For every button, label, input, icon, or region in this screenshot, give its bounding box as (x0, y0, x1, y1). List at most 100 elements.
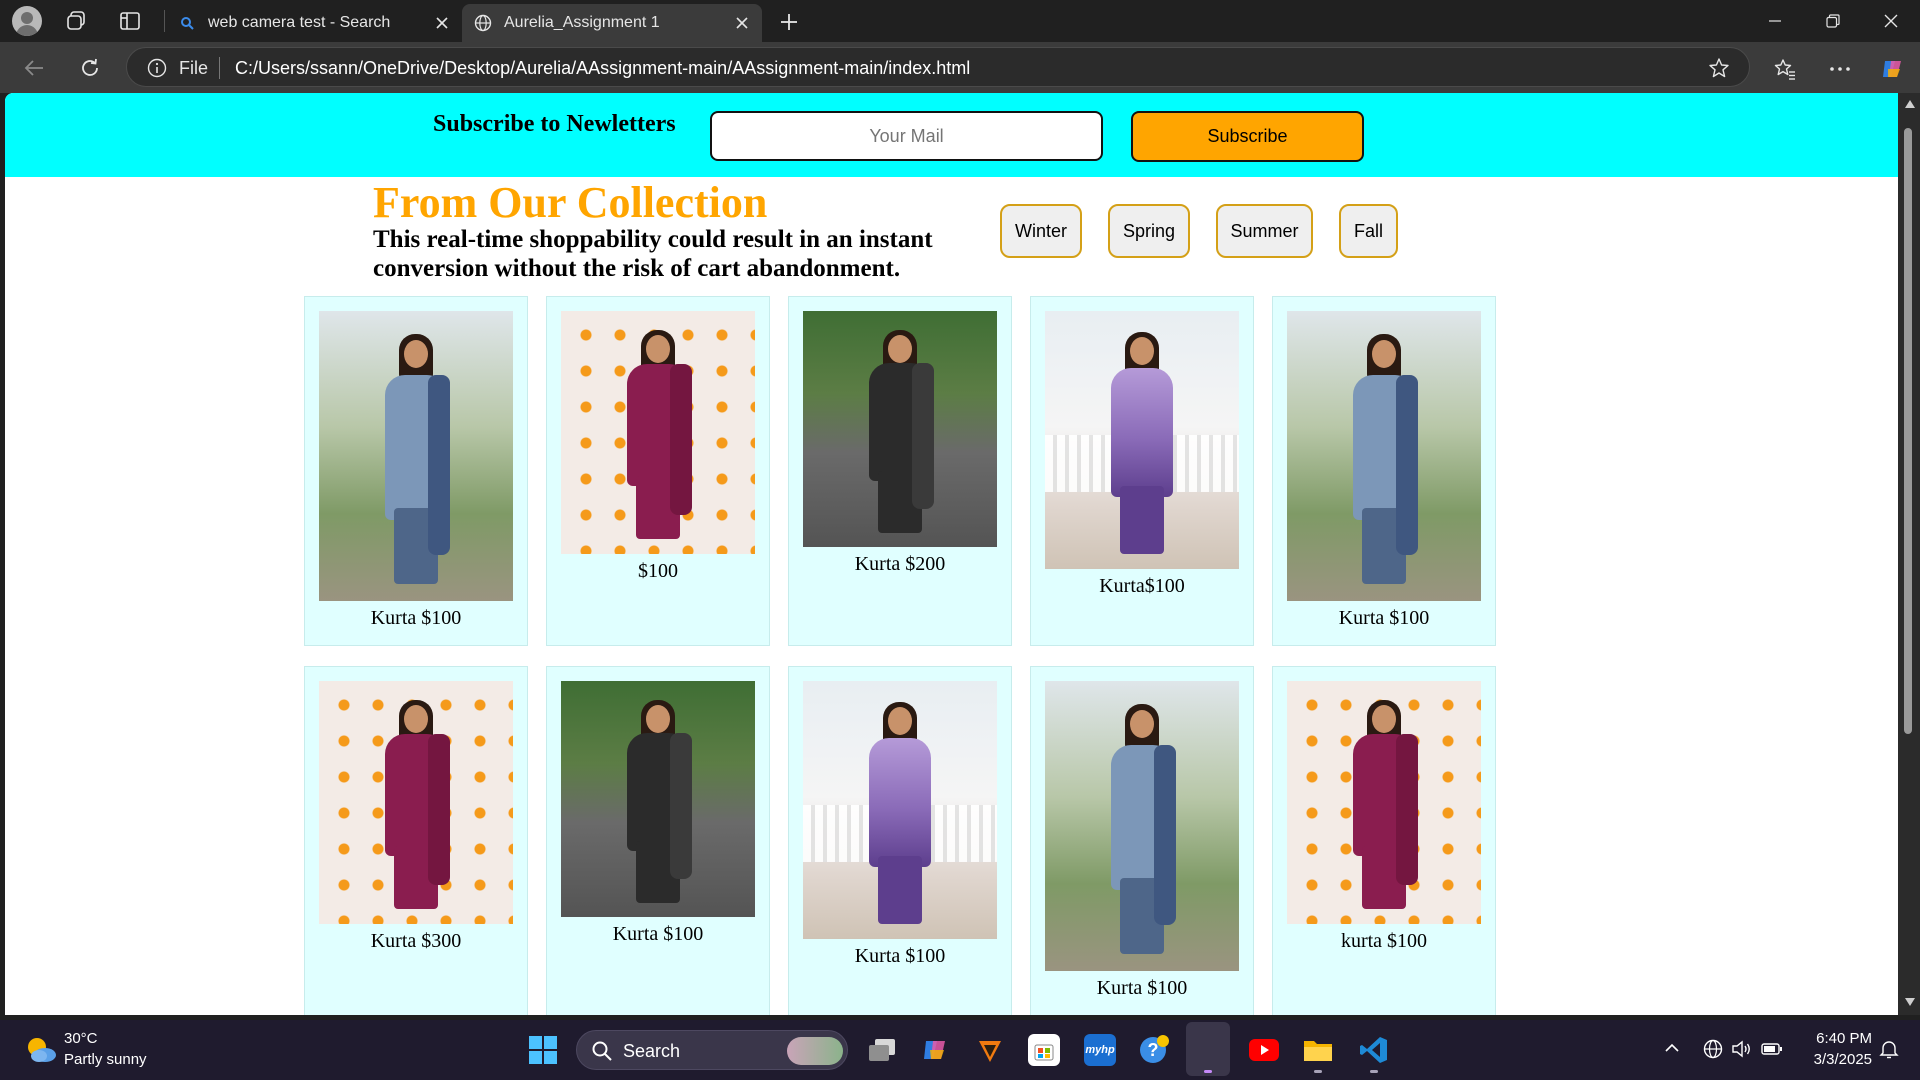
avatar-body (16, 25, 38, 36)
restore-icon[interactable] (1818, 6, 1848, 36)
product-card[interactable]: Kurta $100 (788, 666, 1012, 1015)
season-button-winter[interactable]: Winter (1000, 204, 1082, 258)
scroll-up-arrow-icon[interactable] (1905, 100, 1915, 108)
product-image[interactable] (319, 311, 513, 601)
vscode-icon[interactable] (1358, 1034, 1390, 1066)
search-icon (591, 1040, 613, 1062)
volume-icon[interactable] (1730, 1038, 1754, 1062)
product-card[interactable]: Kurta $200 (788, 296, 1012, 646)
running-app-indicator (1370, 1070, 1378, 1073)
tab-separator (164, 10, 165, 32)
show-hidden-icons-chevron-icon[interactable] (1664, 1040, 1684, 1060)
address-bar[interactable]: File C:/Users/ssann/OneDrive/Desktop/Aur… (126, 47, 1750, 87)
search-label: Search (623, 1041, 681, 1061)
windows-start-icon[interactable] (528, 1035, 558, 1065)
product-image[interactable] (561, 311, 755, 554)
address-separator (219, 57, 220, 79)
weather-description[interactable]: Partly sunny (64, 1051, 147, 1068)
product-caption: Kurta $200 (854, 553, 946, 575)
profile-avatar[interactable] (12, 6, 42, 36)
close-icon[interactable] (428, 9, 456, 37)
scroll-down-arrow-icon[interactable] (1905, 998, 1915, 1006)
product-card[interactable]: Kurta $100 (1030, 666, 1254, 1015)
tab-search[interactable]: web camera test - Search (166, 4, 462, 42)
weather-temperature[interactable]: 30°C (64, 1030, 98, 1047)
task-view-icon[interactable] (866, 1034, 898, 1066)
network-globe-icon[interactable] (1702, 1038, 1726, 1062)
product-caption: Kurta $300 (370, 930, 462, 952)
vertical-tabs-icon[interactable] (118, 9, 142, 33)
running-app-indicator (1314, 1070, 1322, 1073)
notification-bell-icon[interactable] (1878, 1038, 1902, 1062)
window-close-icon[interactable] (1876, 6, 1906, 36)
back-arrow-icon[interactable] (20, 54, 48, 82)
minimize-icon[interactable] (1760, 6, 1790, 36)
product-card[interactable]: kurta $100 (1272, 666, 1496, 1015)
email-input[interactable] (710, 111, 1103, 161)
info-icon[interactable] (147, 58, 167, 78)
copilot-app-icon[interactable] (920, 1034, 952, 1066)
dupatta-shape (669, 364, 692, 516)
tab-aurelia[interactable]: Aurelia_Assignment 1 (462, 4, 762, 42)
active-app-indicator (1204, 1070, 1212, 1073)
copilot-icon[interactable] (1878, 54, 1908, 84)
more-options-icon[interactable] (1826, 56, 1854, 82)
scheme-label: File (179, 58, 209, 78)
globe-icon (474, 14, 492, 32)
partly-sunny-icon[interactable] (24, 1034, 58, 1064)
vlc-icon[interactable] (974, 1034, 1006, 1066)
product-caption: Kurta $100 (1338, 607, 1430, 629)
product-caption: Kurta $100 (612, 923, 704, 945)
product-card[interactable]: Kurta $100 (546, 666, 770, 1015)
browser-tab-bar: web camera test - Search Aurelia_Assignm… (0, 0, 1920, 42)
kurta-shape (1111, 367, 1173, 497)
clock-date[interactable]: 3/3/2025 (1796, 1051, 1872, 1068)
subscribe-button[interactable]: Subscribe (1131, 111, 1364, 162)
myhp-icon[interactable]: myhp (1084, 1034, 1116, 1066)
dupatta-shape (427, 734, 450, 886)
favorites-icon[interactable] (1772, 56, 1798, 82)
new-tab-plus-icon[interactable] (776, 9, 802, 35)
file-explorer-icon[interactable] (1302, 1034, 1334, 1066)
help-icon[interactable]: ? (1138, 1034, 1170, 1066)
dupatta-shape (1395, 374, 1418, 555)
product-image[interactable] (319, 681, 513, 924)
product-card[interactable]: Kurta $100 (304, 296, 528, 646)
search-highlight-image (787, 1037, 843, 1065)
product-image[interactable] (803, 311, 997, 547)
battery-icon[interactable] (1760, 1038, 1784, 1062)
clock-time[interactable]: 6:40 PM (1808, 1030, 1872, 1047)
taskbar-search-box[interactable]: Search (576, 1030, 848, 1070)
scrollbar-thumb[interactable] (1904, 128, 1912, 734)
product-image[interactable] (1287, 311, 1481, 601)
product-caption: Kurta $100 (1096, 977, 1188, 999)
reload-icon[interactable] (76, 54, 104, 82)
product-card[interactable]: Kurta $300 (304, 666, 528, 1015)
workspaces-icon[interactable] (64, 9, 88, 33)
pants-shape (1120, 486, 1164, 554)
avatar-head (21, 12, 33, 24)
tab-label: Aurelia_Assignment 1 (504, 14, 660, 31)
close-icon[interactable] (728, 9, 756, 37)
favorite-star-icon[interactable] (1707, 56, 1731, 80)
season-button-fall[interactable]: Fall (1339, 204, 1398, 258)
product-card[interactable]: Kurta$100 (1030, 296, 1254, 646)
product-image[interactable] (1287, 681, 1481, 924)
product-image[interactable] (561, 681, 755, 917)
product-caption: Kurta$100 (1099, 575, 1185, 597)
product-card[interactable]: $100 (546, 296, 770, 646)
url-text[interactable]: C:/Users/ssann/OneDrive/Desktop/Aurelia/… (235, 58, 970, 79)
product-card[interactable]: Kurta $100 (1272, 296, 1496, 646)
tab-label: web camera test - Search (208, 14, 391, 31)
season-button-spring[interactable]: Spring (1108, 204, 1190, 258)
product-image[interactable] (1045, 311, 1239, 569)
product-image[interactable] (803, 681, 997, 939)
model-head (888, 334, 912, 363)
microsoft-store-icon[interactable] (1028, 1034, 1060, 1066)
youtube-icon[interactable] (1248, 1034, 1280, 1066)
product-image[interactable] (1045, 681, 1239, 971)
dupatta-shape (1395, 734, 1418, 886)
dupatta-shape (669, 732, 692, 880)
browser-toolbar: File C:/Users/ssann/OneDrive/Desktop/Aur… (0, 42, 1920, 93)
season-button-summer[interactable]: Summer (1216, 204, 1313, 258)
